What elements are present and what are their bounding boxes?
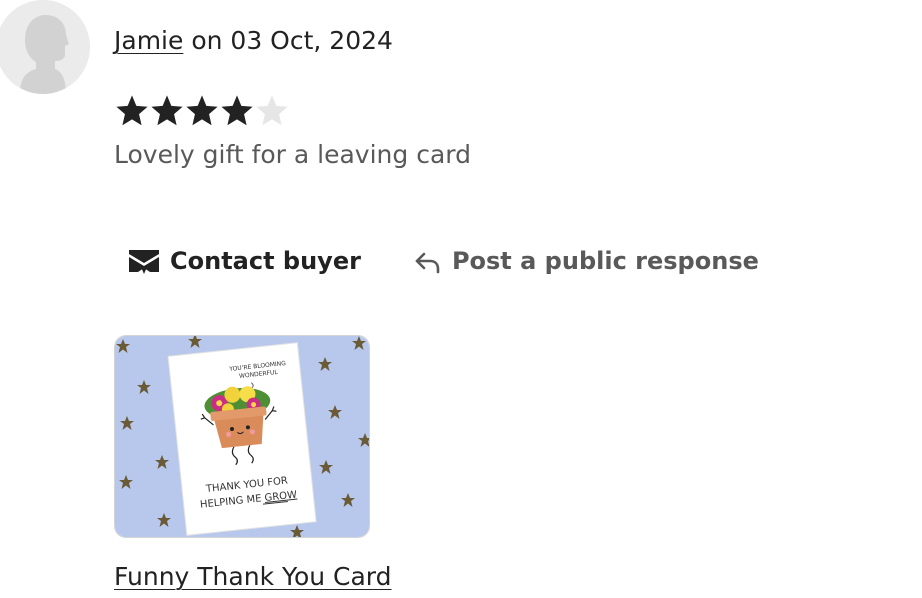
star-filled-icon: [151, 95, 183, 126]
product-thumbnail[interactable]: YOU'RE BLOOMING WONDERFUL THANK YOU FOR …: [114, 335, 370, 538]
reply-arrow-icon: [415, 252, 440, 274]
greeting-card: YOU'RE BLOOMING WONDERFUL THANK YOU FOR …: [167, 342, 317, 536]
reviewer-avatar[interactable]: [0, 0, 90, 94]
review-date: on 03 Oct, 2024: [183, 26, 393, 55]
contact-buyer-button[interactable]: Contact buyer: [114, 238, 375, 284]
review-actions: Contact buyer Post a public response: [114, 238, 773, 284]
star-filled-icon: [186, 95, 218, 126]
default-avatar-icon: [0, 0, 90, 94]
contact-buyer-label: Contact buyer: [170, 247, 361, 275]
star-filled-icon: [221, 95, 253, 126]
review-meta: Jamie on 03 Oct, 2024: [114, 26, 393, 56]
review-text: Lovely gift for a leaving card: [114, 140, 471, 169]
thank-you-card-image: YOU'RE BLOOMING WONDERFUL THANK YOU FOR …: [115, 336, 369, 537]
post-public-response-label: Post a public response: [451, 247, 759, 275]
star-rating: [114, 92, 289, 130]
product-title-link[interactable]: Funny Thank You Card: [114, 561, 392, 593]
star-empty-icon: [256, 95, 288, 126]
reviewer-name-link[interactable]: Jamie: [114, 26, 183, 55]
envelope-icon: [129, 250, 159, 274]
star-filled-icon: [116, 95, 148, 126]
post-public-response-button[interactable]: Post a public response: [400, 238, 773, 284]
review-item: Jamie on 03 Oct, 2024 Lovely gift for a …: [0, 0, 922, 598]
